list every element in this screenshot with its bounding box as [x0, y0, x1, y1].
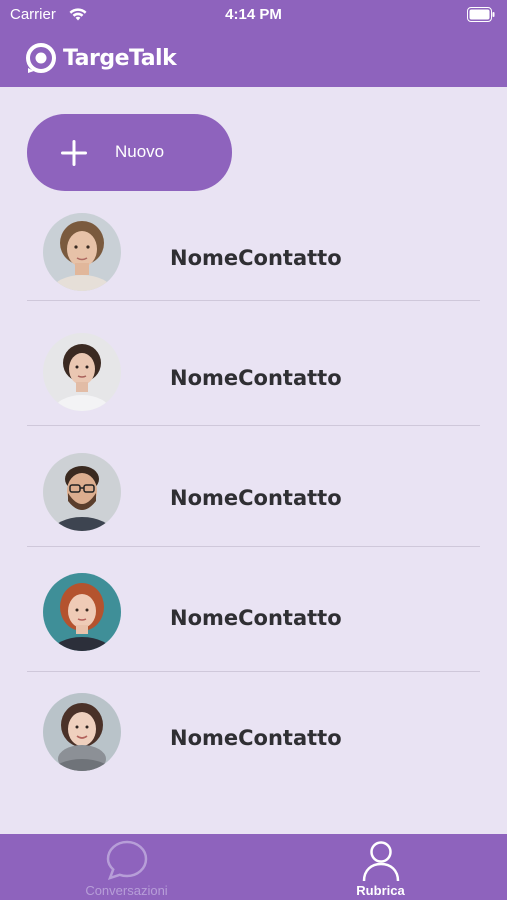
avatar: [43, 213, 121, 291]
contact-item[interactable]: NomeContatto: [27, 200, 480, 320]
target-logo-icon: [26, 43, 56, 73]
contact-name: NomeContatto: [170, 606, 342, 630]
contact-name: NomeContatto: [170, 246, 342, 270]
tab-conversazioni[interactable]: Conversazioni: [0, 834, 253, 900]
person-icon: [362, 841, 400, 882]
battery-icon: [467, 7, 495, 22]
tab-label: Conversazioni: [85, 883, 168, 898]
chat-bubble-icon: [106, 840, 148, 880]
tab-rubrica[interactable]: Rubrica: [254, 834, 507, 900]
clock: 4:14 PM: [225, 6, 282, 23]
contact-name: NomeContatto: [170, 726, 342, 750]
contact-item[interactable]: NomeContatto: [27, 320, 480, 440]
contact-item[interactable]: NomeContatto: [27, 680, 480, 800]
contact-name: NomeContatto: [170, 366, 342, 390]
divider: [27, 300, 480, 301]
contact-item[interactable]: NomeContatto: [27, 560, 480, 680]
avatar: [43, 693, 121, 771]
tab-bar: Conversazioni Rubrica: [0, 834, 507, 900]
app-header: Carrier 4:14 PM TargeTalk: [0, 0, 507, 87]
app-logo: TargeTalk: [25, 41, 177, 75]
new-contact-button[interactable]: Nuovo: [27, 114, 232, 191]
divider: [27, 671, 480, 672]
divider: [27, 425, 480, 426]
avatar: [43, 333, 121, 411]
contact-name: NomeContatto: [170, 486, 342, 510]
divider: [27, 546, 480, 547]
tab-label: Rubrica: [356, 883, 405, 898]
plus-icon: [61, 140, 87, 166]
avatar: [43, 573, 121, 651]
status-bar: Carrier 4:14 PM: [0, 0, 507, 30]
app-name: TargeTalk: [63, 45, 177, 71]
avatar: [43, 453, 121, 531]
contact-item[interactable]: NomeContatto: [27, 440, 480, 560]
new-contact-label: Nuovo: [115, 142, 165, 161]
